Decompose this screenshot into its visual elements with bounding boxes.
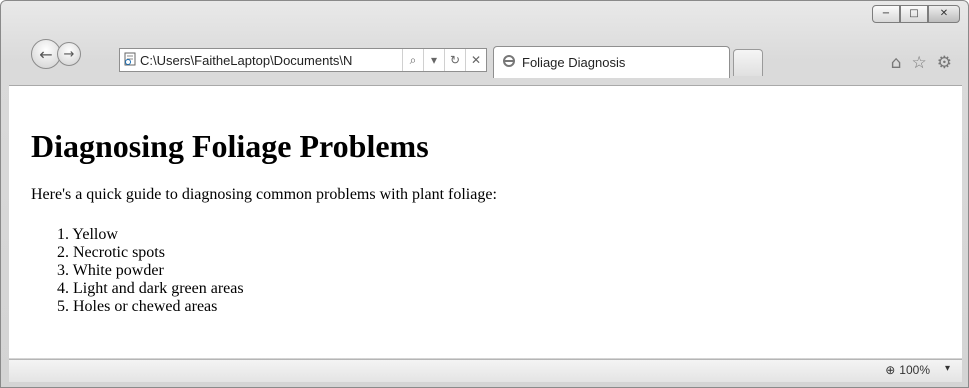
page-heading: Diagnosing Foliage Problems [31, 128, 429, 164]
zoom-icon: ⊕ [885, 363, 896, 377]
page-icon [120, 52, 140, 69]
tab-title: Foliage Diagnosis [522, 55, 626, 70]
zoom-dropdown-icon[interactable]: ▾ [945, 363, 950, 374]
new-tab-button[interactable] [733, 49, 763, 76]
home-icon[interactable]: ⌂ [891, 53, 902, 73]
intro-text: Here's a quick guide to diagnosing commo… [31, 186, 497, 203]
list-item: 4. Light and dark green areas [57, 280, 244, 297]
tab-foliage-diagnosis[interactable]: Foliage Diagnosis [493, 46, 730, 78]
favorites-star-icon[interactable]: ☆ [912, 53, 927, 73]
status-bar: ⊕ 100% ▾ [9, 359, 962, 382]
zoom-control[interactable]: ⊕ 100% [885, 363, 930, 377]
close-button[interactable]: ✕ [928, 5, 960, 23]
list-item: 1. Yellow [57, 226, 118, 243]
address-bar[interactable]: C:\Users\FaitheLaptop\Documents\N ⌕ ▾ ↻ … [119, 48, 487, 72]
list-item: 3. White powder [57, 262, 164, 279]
browser-tools: ⌂ ☆ ⚙ [891, 53, 952, 73]
ie-logo-icon [502, 54, 516, 71]
maximize-button[interactable]: □ [900, 5, 928, 23]
address-dropdown-icon[interactable]: ▾ [423, 49, 444, 71]
page-content: Diagnosing Foliage Problems Here's a qui… [9, 85, 962, 358]
back-arrow-icon: ← [39, 44, 53, 64]
forward-button[interactable]: → [57, 42, 81, 66]
minimize-button[interactable]: − [872, 5, 900, 23]
browser-window: − □ ✕ ← → C:\Users\FaitheLaptop\Document… [0, 0, 969, 388]
refresh-icon[interactable]: ↻ [444, 49, 465, 71]
zoom-level: 100% [899, 363, 930, 377]
forward-arrow-icon: → [63, 46, 75, 62]
tools-gear-icon[interactable]: ⚙ [937, 53, 952, 73]
window-controls: − □ ✕ [872, 5, 960, 23]
list-item: 5. Holes or chewed areas [57, 298, 218, 315]
list-item: 2. Necrotic spots [57, 244, 165, 261]
search-icon[interactable]: ⌕ [402, 49, 423, 71]
navigation-buttons: ← → [31, 39, 81, 69]
problem-list: 1. Yellow 2. Necrotic spots 3. White pow… [57, 226, 244, 316]
url-text[interactable]: C:\Users\FaitheLaptop\Documents\N [140, 53, 402, 68]
stop-icon[interactable]: ✕ [465, 49, 486, 71]
